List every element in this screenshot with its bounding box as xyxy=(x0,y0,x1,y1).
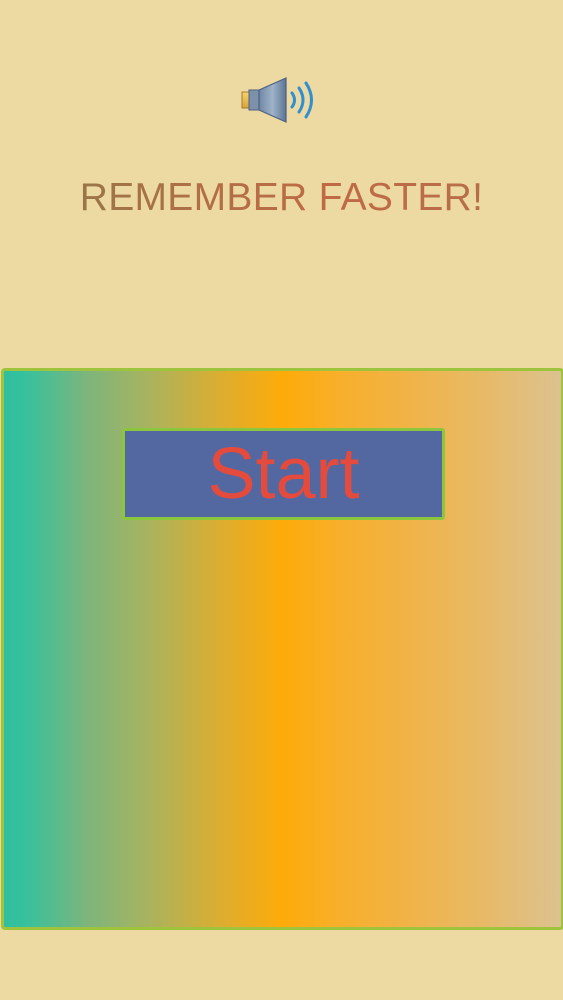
game-board[interactable]: Start xyxy=(1,368,563,930)
game-title: REMEMBER FASTER! xyxy=(0,176,563,220)
start-button[interactable]: Start xyxy=(122,428,445,520)
speaker-icon[interactable] xyxy=(240,76,324,124)
